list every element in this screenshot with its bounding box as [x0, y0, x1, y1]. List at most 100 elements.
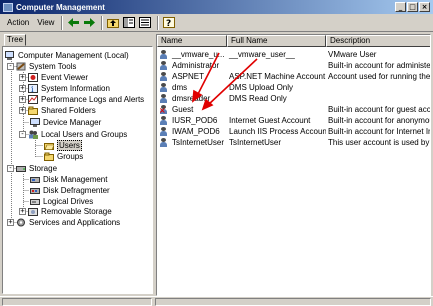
forward-arrow-icon[interactable] [82, 16, 96, 30]
user-name-cell: IWAM_POD6 [172, 127, 220, 136]
user-description-cell: This user account is used by Te [328, 138, 431, 147]
tree-node-groups[interactable]: Groups [44, 151, 83, 162]
tree-pane[interactable]: Computer Management (Local) - System Too… [2, 46, 153, 294]
toolbar-separator [101, 15, 104, 30]
logical-drives-icon [30, 199, 40, 205]
show-hide-tree-icon[interactable] [122, 16, 136, 30]
user-icon [159, 116, 168, 125]
user-row[interactable]: dmsreader DMS Read Only [157, 93, 430, 104]
column-header-name[interactable]: Name [157, 35, 227, 47]
user-name-cell: IUSR_POD6 [172, 116, 218, 125]
user-description-cell: Built-in account for administering [328, 61, 431, 70]
user-row[interactable]: __vmware_u... __vmware_user__ VMware User [157, 49, 430, 60]
close-button[interactable]: × [419, 2, 430, 12]
menu-view[interactable]: View [33, 18, 58, 27]
disk-defragmenter-icon [30, 188, 40, 194]
disk-management-icon [30, 177, 40, 183]
user-description-cell: VMware User [328, 50, 377, 59]
column-header-description[interactable]: Description [326, 35, 430, 47]
user-list-pane[interactable]: Name Full Name Description __vmware_u...… [156, 34, 431, 296]
user-row[interactable]: IWAM_POD6 Launch IIS Process Account Built… [157, 126, 430, 137]
tree-node-removable-storage[interactable]: + Removable Storage [19, 206, 112, 217]
up-folder-icon[interactable] [106, 16, 120, 30]
user-description-cell: Built-in account for guest acces [328, 105, 431, 114]
back-arrow-icon[interactable] [66, 16, 80, 30]
folder-icon [44, 152, 54, 161]
user-row[interactable]: TsInternetUser TsInternetUser This user ac… [157, 137, 431, 148]
export-list-icon[interactable] [138, 16, 152, 30]
expand-icon[interactable]: + [19, 208, 26, 215]
toolbar-separator [61, 15, 64, 30]
user-name-cell: Guest [172, 105, 194, 114]
user-full-name-cell: TsInternetUser [229, 138, 282, 147]
tree-label: Storage [29, 164, 58, 173]
svg-text:i: i [31, 85, 34, 93]
status-cell [155, 298, 431, 306]
tree-label: Services and Applications [29, 218, 121, 227]
expand-icon[interactable]: + [19, 74, 26, 81]
collapse-icon[interactable]: - [7, 165, 14, 172]
tree-node-root[interactable]: Computer Management (Local) [5, 50, 129, 61]
tree-node-event-viewer[interactable]: + Event Viewer [19, 72, 88, 83]
user-icon [159, 72, 168, 81]
user-row[interactable]: Administrator Built-in account for admini… [157, 60, 431, 71]
user-row[interactable]: × Guest Built-in account for guest acces [157, 104, 431, 115]
user-description-cell: Built-in account for anonymous [328, 116, 431, 125]
minimize-button[interactable]: _ [395, 2, 406, 12]
collapse-icon[interactable]: - [7, 63, 14, 70]
tree-label: System Tools [29, 62, 77, 71]
status-cell [2, 298, 152, 306]
user-full-name-cell: DMS Read Only [229, 94, 287, 103]
tree-node-disk-defrag[interactable]: Disk Defragmenter [30, 185, 110, 196]
user-name-cell: Administrator [172, 61, 220, 70]
tab-tree[interactable]: Tree [4, 34, 26, 46]
tree-label: Disk Defragmenter [43, 186, 110, 195]
open-folder-icon [44, 143, 54, 150]
tree-node-shared-folders[interactable]: + Shared Folders [19, 105, 96, 116]
tree-node-system-information[interactable]: + i System Information [19, 83, 110, 94]
user-name-cell: __vmware_u... [172, 50, 225, 59]
tree-node-system-tools[interactable]: - System Tools [7, 61, 76, 72]
tree-node-performance-logs[interactable]: + Performance Logs and Alerts [19, 94, 144, 105]
tree-node-users[interactable]: Users [44, 140, 82, 151]
tree-node-services[interactable]: + Services and Applications [7, 217, 120, 228]
expand-icon[interactable]: + [19, 107, 26, 114]
tree-node-storage[interactable]: - Storage [7, 163, 57, 174]
user-name-cell: ASPNET [172, 72, 205, 81]
local-users-icon [29, 130, 38, 139]
user-full-name-cell: Launch IIS Process Account [229, 127, 326, 136]
user-name-cell: dms [172, 83, 188, 92]
user-row[interactable]: dms DMS Upload Only [157, 82, 430, 93]
removable-storage-icon [28, 208, 38, 216]
tree-label: Users [57, 140, 82, 151]
user-icon [159, 50, 168, 59]
menu-action[interactable]: Action [3, 18, 33, 27]
help-icon[interactable]: ? [162, 16, 176, 30]
maximize-button[interactable]: □ [407, 2, 418, 12]
user-row[interactable]: IUSR_POD6 Internet Guest Account Built-in … [157, 115, 431, 126]
user-icon [159, 94, 168, 103]
expand-icon[interactable]: + [19, 85, 26, 92]
tree-node-disk-management[interactable]: Disk Management [30, 174, 107, 185]
user-description-cell: Account used for running the A [328, 72, 431, 81]
user-full-name-cell: Internet Guest Account [229, 116, 311, 125]
title-bar: Computer Management _ □ × [0, 0, 433, 14]
services-icon [17, 218, 25, 227]
toolbar: Action View ? [0, 14, 433, 32]
user-icon [159, 138, 168, 147]
tree-label: Event Viewer [41, 73, 88, 82]
expand-icon[interactable]: + [7, 219, 14, 226]
tree-label: Disk Management [43, 175, 108, 184]
user-full-name-cell: __vmware_user__ [229, 50, 295, 59]
tree-label: Logical Drives [43, 197, 94, 206]
user-row[interactable]: ASPNET ASP.NET Machine Account Account use… [157, 71, 431, 82]
collapse-icon[interactable]: - [19, 131, 26, 138]
user-name-cell: dmsreader [172, 94, 211, 103]
user-icon [159, 83, 168, 92]
column-headers: Name Full Name Description [157, 35, 430, 47]
tree-node-local-users[interactable]: - Local Users and Groups [19, 129, 127, 140]
tree-node-device-manager[interactable]: Device Manager [30, 117, 101, 128]
tree-label: Groups [57, 152, 84, 161]
expand-icon[interactable]: + [19, 96, 26, 103]
column-header-full-name[interactable]: Full Name [227, 35, 326, 47]
